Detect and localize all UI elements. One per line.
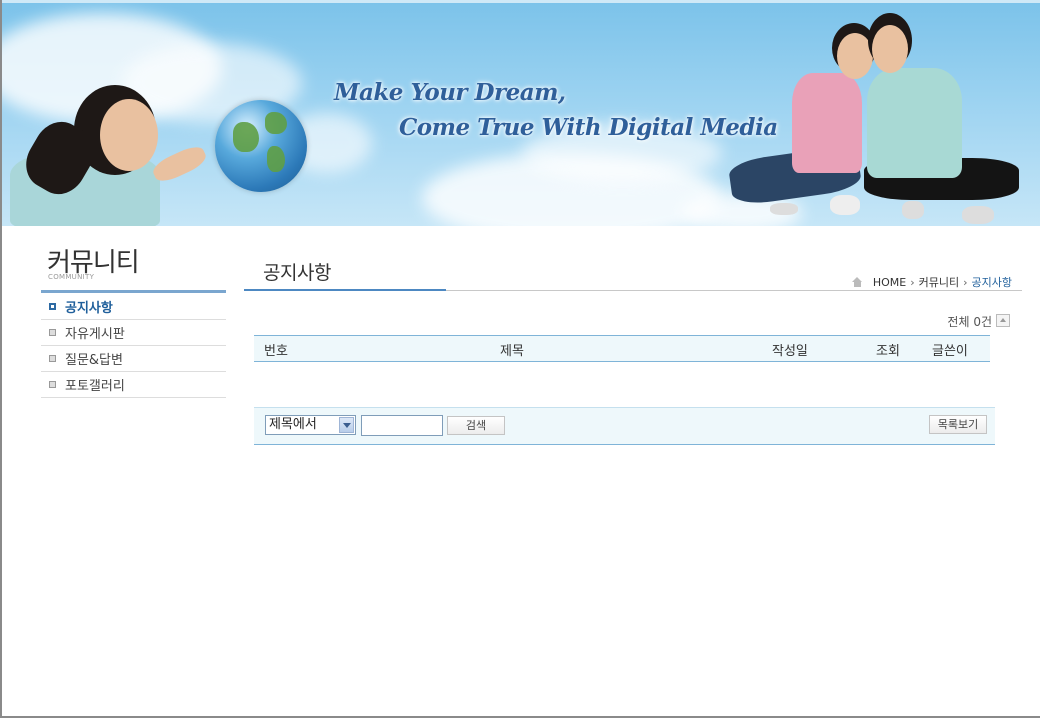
search-input[interactable] [361,415,443,436]
square-bullet-icon [49,381,56,388]
sidebar-item-label: 포토갤러리 [65,379,125,394]
square-bullet-icon [49,329,56,336]
search-field-select[interactable]: 제목에서 [265,415,356,435]
scroll-up-icon[interactable] [996,314,1010,327]
sidebar-item-label: 공지사항 [65,301,113,316]
sidebar-subtitle: COMMUNITY [48,273,95,281]
sidebar-item-qna[interactable]: 질문&답변 [41,346,226,372]
column-header-number: 번호 [264,344,288,359]
globe-image [215,100,307,192]
table-header: 번호 제목 작성일 조회 글쓴이 [254,335,990,362]
breadcrumb-home[interactable]: HOME [873,276,906,289]
title-divider-accent [244,289,446,291]
total-count: 전체 0건 [947,315,992,329]
sidebar-item-label: 질문&답변 [65,353,123,368]
search-bar: 제목에서 검색 목록보기 [254,407,995,445]
page-title: 공지사항 [263,262,331,284]
column-header-views: 조회 [876,344,900,359]
sidebar-divider [41,290,226,293]
search-field-select-value: 제목에서 [269,417,317,432]
breadcrumb-current: 공지사항 [971,276,1012,289]
breadcrumb-community[interactable]: 커뮤니티 [919,274,959,290]
chevron-right-icon: › [910,275,915,289]
chevron-right-icon: › [963,275,968,289]
sidebar-menu: 공지사항 자유게시판 질문&답변 포토갤러리 [41,294,226,398]
square-bullet-icon [49,355,56,362]
sidebar-item-notice[interactable]: 공지사항 [41,294,226,320]
search-button[interactable]: 검색 [447,416,505,435]
header-banner: Make Your Dream, Come True With Digital … [2,0,1040,226]
sidebar-item-label: 자유게시판 [65,327,125,342]
sidebar-item-free-board[interactable]: 자유게시판 [41,320,226,346]
banner-slogan-line2: Come True With Digital Media [399,114,778,141]
square-bullet-icon [49,303,56,310]
banner-slogan-line1: Make Your Dream, [334,79,566,106]
list-view-button[interactable]: 목록보기 [929,415,987,434]
sidebar-item-photo-gallery[interactable]: 포토갤러리 [41,372,226,398]
breadcrumb: HOME › 커뮤니티 › 공지사항 [851,274,1012,290]
column-header-author: 글쓴이 [932,344,968,359]
chevron-down-icon[interactable] [339,417,354,433]
column-header-title: 제목 [500,344,524,359]
home-icon [851,277,863,287]
column-header-date: 작성일 [772,344,808,359]
